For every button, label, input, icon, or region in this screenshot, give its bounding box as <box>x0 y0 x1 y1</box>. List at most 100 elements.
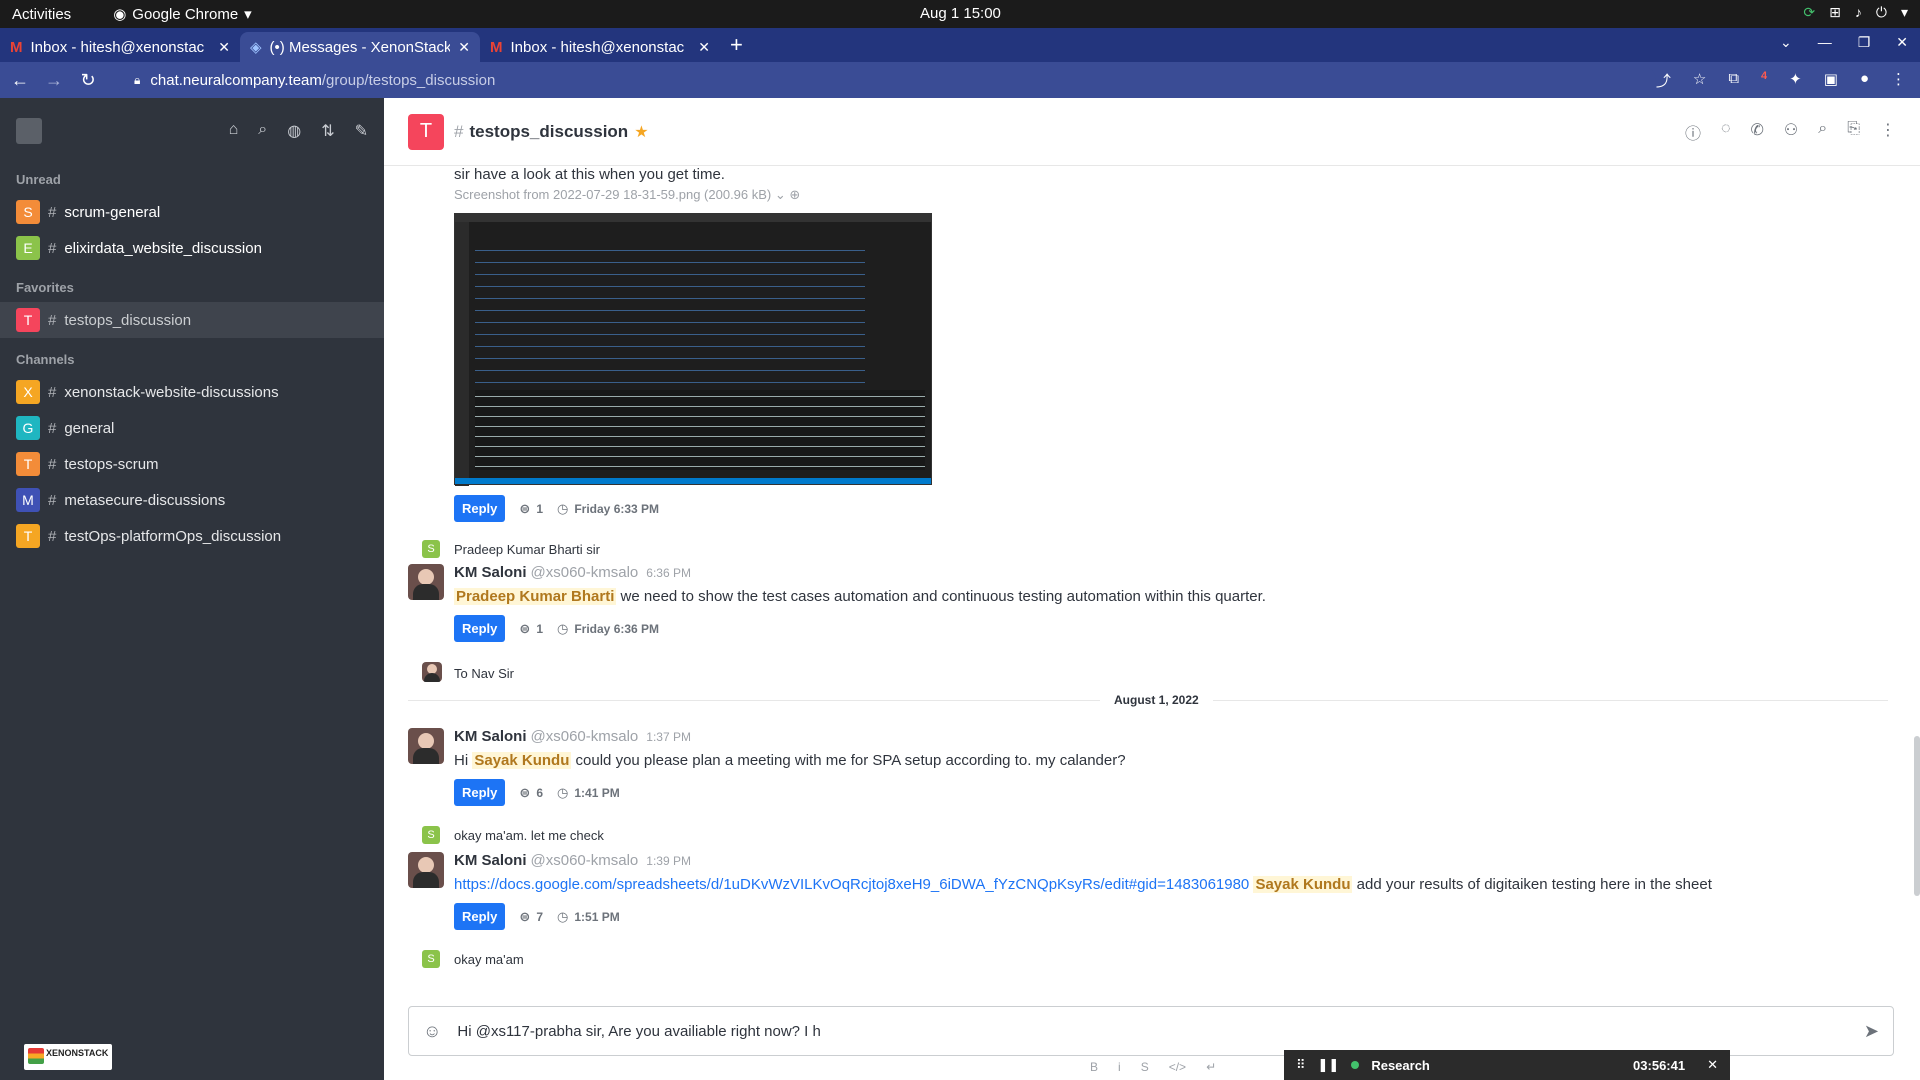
tab-messages[interactable]: ◈ (•) Messages - XenonStack ✕ <box>240 32 480 62</box>
reload-icon[interactable]: ↻ <box>74 70 102 91</box>
avatar[interactable] <box>408 564 444 600</box>
activities-button[interactable]: Activities <box>12 6 71 23</box>
address-bar-row: ← → ↻ 🔒︎ chat.neuralcompany.team/group/t… <box>0 62 1920 98</box>
attachment-icon[interactable]: ⎘ <box>1847 120 1860 144</box>
search-icon[interactable]: ⌕ <box>258 121 267 141</box>
message-list[interactable]: sir have a look at this when you get tim… <box>384 166 1920 1004</box>
send-icon[interactable]: ➤ <box>1864 1021 1879 1042</box>
code-icon[interactable]: </> <box>1169 1060 1186 1074</box>
mention[interactable]: Sayak Kundu <box>472 752 572 769</box>
drag-handle-icon[interactable]: ⠿ <box>1296 1057 1306 1073</box>
pause-icon[interactable]: ❚❚ <box>1318 1057 1340 1073</box>
back-icon[interactable]: ← <box>6 70 34 91</box>
app-menu[interactable]: ◉ Google Chrome ▾ <box>113 5 252 24</box>
bookmark-star-icon[interactable]: ☆ <box>1693 70 1706 91</box>
message-item: KM Saloni @xs060-kmsalo 6:36 PM Pradeep Ku… <box>408 564 1888 642</box>
message-item: S okay ma'am. let me check <box>408 826 1888 844</box>
search-icon[interactable]: ⌕ <box>1818 120 1827 144</box>
info-icon[interactable]: ⓘ <box>1685 120 1701 144</box>
clock[interactable]: Aug 1 15:00 <box>920 5 1001 22</box>
close-icon[interactable]: ✕ <box>698 39 710 56</box>
reply-button[interactable]: Reply <box>454 615 506 642</box>
tab-search-icon[interactable]: ⌄ <box>1780 34 1792 51</box>
tab-gmail-2[interactable]: M Inbox - hitesh@xenonstac ✕ <box>480 32 720 62</box>
message-composer[interactable]: ☺ Hi @xs117-prabha sir, Are you availiab… <box>408 1006 1894 1056</box>
composer-input[interactable]: Hi @xs117-prabha sir, Are you availiable… <box>457 1023 820 1040</box>
minimize-icon[interactable]: — <box>1818 34 1832 51</box>
message-text: Hi Sayak Kundu could you please plan a m… <box>454 752 1126 769</box>
author-name[interactable]: KM Saloni <box>454 728 527 745</box>
avatar[interactable] <box>408 728 444 764</box>
avatar[interactable] <box>408 852 444 888</box>
author-name[interactable]: KM Saloni <box>454 852 527 869</box>
date-divider-label: August 1, 2022 <box>1100 693 1213 707</box>
chevron-down-icon[interactable]: ⌄ <box>775 187 786 202</box>
kebab-menu-icon[interactable]: ⋮ <box>1880 120 1896 144</box>
user-avatar[interactable] <box>16 118 42 144</box>
message-text: Pradeep Kumar Bharti we need to show the… <box>454 588 1266 605</box>
reply-button[interactable]: Reply <box>454 495 506 522</box>
call-icon[interactable]: ✆ <box>1750 120 1763 144</box>
download-icon[interactable]: ⊕ <box>789 187 800 202</box>
sidebar-item-testops-scrum[interactable]: T # testops-scrum <box>0 446 384 482</box>
reply-button[interactable]: Reply <box>454 779 506 806</box>
new-tab-button[interactable]: + <box>730 32 743 58</box>
sidebar-item-metasecure[interactable]: M # metasecure-discussions <box>0 482 384 518</box>
emoji-icon[interactable]: ☺ <box>423 1021 441 1042</box>
sidebar-item-scrum-general[interactable]: S # scrum-general <box>0 194 384 230</box>
close-window-icon[interactable]: ✕ <box>1896 34 1908 51</box>
url-field[interactable]: 🔒︎ chat.neuralcompany.team/group/testops… <box>116 66 1656 94</box>
mention[interactable]: Sayak Kundu <box>1253 876 1353 893</box>
strike-icon[interactable]: S <box>1141 1060 1149 1074</box>
tab-gmail-1[interactable]: M Inbox - hitesh@xenonstac ✕ <box>0 32 240 62</box>
format-toolbar: B i S </> ↵ <box>1090 1060 1216 1074</box>
timer-widget[interactable]: ⠿ ❚❚ Research 03:56:41 ✕ <box>1284 1050 1730 1080</box>
sidebar-item-label: metasecure-discussions <box>64 491 226 509</box>
multiline-icon[interactable]: ↵ <box>1206 1060 1216 1074</box>
author-name[interactable]: KM Saloni <box>454 564 527 581</box>
sidebar-item-elixirdata[interactable]: E # elixirdata_website_discussion <box>0 230 384 266</box>
screenshot-terminal <box>475 390 925 470</box>
reply-button[interactable]: Reply <box>454 903 506 930</box>
home-icon[interactable]: ⌂ <box>229 121 239 141</box>
sidebar-item-xenonstack-website[interactable]: X # xenonstack-website-discussions <box>0 374 384 410</box>
power-icon: ⏻ <box>1875 4 1887 20</box>
sort-icon[interactable]: ⇅ <box>321 121 334 141</box>
clock-icon: ◷ <box>557 620 569 636</box>
favorite-star-icon[interactable]: ★ <box>634 122 648 142</box>
thread-icon: ⊜ <box>519 784 531 800</box>
maximize-icon[interactable]: ❐ <box>1858 34 1871 51</box>
scrollbar[interactable] <box>1914 736 1920 896</box>
close-icon[interactable]: ✕ <box>458 39 470 56</box>
forward-icon[interactable]: → <box>40 70 68 91</box>
extension-badge[interactable]: 4 <box>1761 70 1767 91</box>
room-toolbar: ⓘ ◌ ✆ ⚇ ⌕ ⎘ ⋮ <box>1685 120 1896 144</box>
image-attachment[interactable] <box>454 213 932 486</box>
mention[interactable]: Pradeep Kumar Bharti <box>454 588 617 605</box>
screen-capture-icon[interactable]: ⧉ <box>1728 70 1739 91</box>
room-title[interactable]: testops_discussion <box>469 122 628 142</box>
bold-icon[interactable]: B <box>1090 1060 1098 1074</box>
profile-avatar[interactable]: ● <box>1860 70 1869 91</box>
system-tray[interactable]: ⟳ ⊞ ♪ ⏻ ▾ <box>1803 4 1908 21</box>
share-icon[interactable]: ⤴ <box>1656 70 1671 91</box>
sidebar-item-testops-discussion[interactable]: T # testops_discussion <box>0 302 384 338</box>
members-icon[interactable]: ⚇ <box>1784 120 1798 144</box>
italic-icon[interactable]: i <box>1118 1060 1121 1074</box>
sidepanel-icon[interactable]: ▣ <box>1824 70 1838 91</box>
close-icon[interactable]: ✕ <box>218 39 230 56</box>
sidebar-item-general[interactable]: G # general <box>0 410 384 446</box>
message-actions: Reply ⊜ 6 ◷ 1:41 PM <box>454 779 1888 806</box>
directory-icon[interactable]: ◍ <box>287 121 301 141</box>
create-new-icon[interactable]: ✎ <box>355 121 368 141</box>
section-channels: Channels <box>16 351 75 367</box>
close-icon[interactable]: ✕ <box>1707 1057 1718 1073</box>
message-text: To Nav Sir <box>454 666 514 681</box>
extensions-icon[interactable]: ✦ <box>1789 70 1802 91</box>
threads-icon[interactable]: ◌ <box>1721 120 1731 144</box>
message-time: 6:36 PM <box>646 566 691 580</box>
message-actions: Reply ⊜ 1 ◷ Friday 6:33 PM <box>454 495 1920 522</box>
menu-icon[interactable]: ⋮ <box>1891 70 1906 91</box>
spreadsheet-link[interactable]: https://docs.google.com/spreadsheets/d/1… <box>454 876 1249 893</box>
sidebar-item-testops-platformops[interactable]: T # testOps-platformOps_discussion <box>0 518 384 554</box>
